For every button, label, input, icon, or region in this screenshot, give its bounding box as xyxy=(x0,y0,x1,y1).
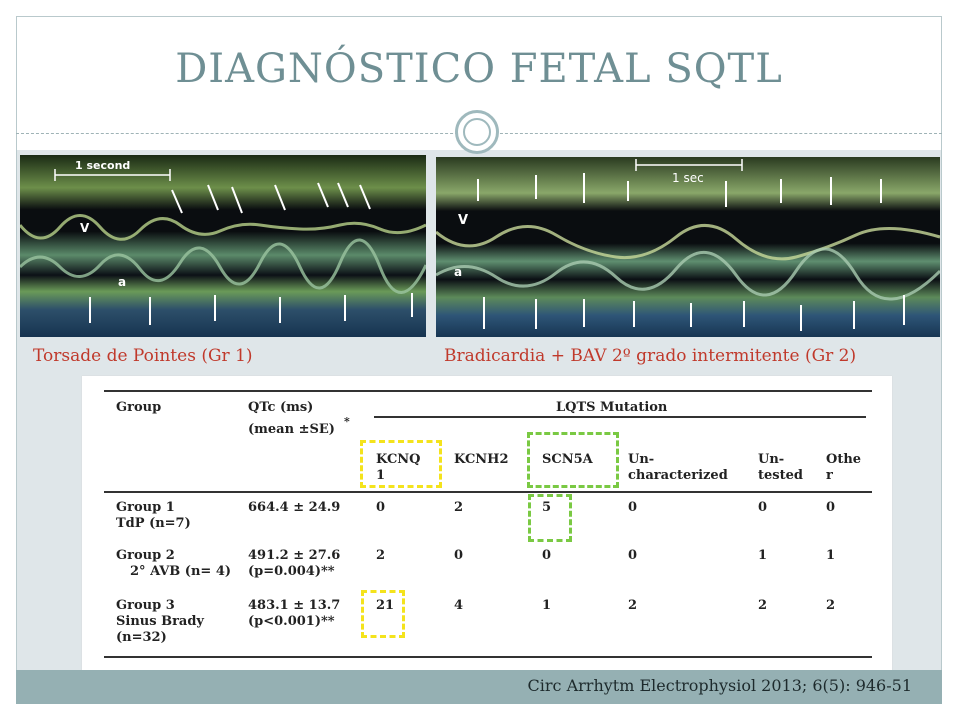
row2-kcnh2: 0 xyxy=(454,548,464,563)
row3-group: Group 3 Sinus Brady (n=32) xyxy=(116,598,204,645)
row1-kcnh2: 2 xyxy=(454,500,464,515)
kcnq1-row3-highlight xyxy=(361,590,405,638)
slide-title: DIAGNÓSTICO FETAL SQTL xyxy=(175,46,783,92)
row3-scn5a: 1 xyxy=(542,598,552,613)
left-a-label: a xyxy=(118,275,127,289)
kcnq1-header-highlight xyxy=(360,440,442,488)
row1-kcnq1: 0 xyxy=(376,500,386,515)
row3-untested: 2 xyxy=(758,598,768,613)
col-header-qtc-sub: (mean ±SE) xyxy=(248,422,335,437)
col-header-qtc: QTc (ms) xyxy=(248,400,314,415)
left-caption: Torsade de Pointes (Gr 1) xyxy=(33,346,253,366)
table-top-rule xyxy=(104,390,872,392)
col-header-untested: Un-tested xyxy=(758,452,803,483)
row3-qtc: 483.1 ± 13.7 (p<0.001)** xyxy=(248,598,341,629)
col-header-kcnh2: KCNH2 xyxy=(454,452,509,467)
right-v-label: V xyxy=(458,213,469,228)
row3-uncharacterized: 2 xyxy=(628,598,638,613)
col-header-other: Othe r xyxy=(826,452,862,483)
left-v-label: V xyxy=(80,221,90,235)
row2-uncharacterized: 0 xyxy=(628,548,638,563)
row1-uncharacterized: 0 xyxy=(628,500,638,515)
right-caption: Bradicardia + BAV 2º grado intermitente … xyxy=(444,346,857,366)
col-header-group: Group xyxy=(116,400,162,415)
left-scale-label: 1 second xyxy=(75,159,131,172)
right-mmode-image: 1 sec V a xyxy=(436,157,940,337)
row3-kcnh2: 4 xyxy=(454,598,464,613)
row2-untested: 1 xyxy=(758,548,768,563)
row2-scn5a: 0 xyxy=(542,548,552,563)
lqts-mutation-table: Group QTc (ms) (mean ±SE) * LQTS Mutatio… xyxy=(82,376,892,670)
decorative-circle-icon xyxy=(455,110,499,154)
row2-group: Group 2 2° AVB (n= 4) xyxy=(116,548,232,579)
table-header-rule xyxy=(104,491,872,493)
row2-kcnq1: 2 xyxy=(376,548,386,563)
right-scale-label: 1 sec xyxy=(672,171,704,185)
right-a-label: a xyxy=(454,265,463,279)
lqts-header-rule xyxy=(374,416,866,418)
row1-qtc: 664.4 ± 24.9 xyxy=(248,500,341,515)
lqts-mutation-header: LQTS Mutation xyxy=(556,400,668,415)
row2-qtc: 491.2 ± 27.6 (p=0.004)** xyxy=(248,548,341,579)
row1-group: Group 1 TdP (n=7) xyxy=(116,500,191,531)
row1-other: 0 xyxy=(826,500,836,515)
footer-bar: Circ Arrhytm Electrophysiol 2013; 6(5): … xyxy=(16,670,942,704)
row1-untested: 0 xyxy=(758,500,768,515)
table-bottom-rule xyxy=(104,656,872,658)
row2-other: 1 xyxy=(826,548,836,563)
citation-text: Circ Arrhytm Electrophysiol 2013; 6(5): … xyxy=(527,676,912,695)
left-mmode-image: 1 second V a xyxy=(20,155,426,337)
scn5a-header-highlight xyxy=(527,432,619,488)
col-header-qtc-star: * xyxy=(344,415,350,428)
scn5a-row1-highlight xyxy=(528,494,572,542)
col-header-uncharacterized: Un-characterized xyxy=(628,452,728,483)
row3-other: 2 xyxy=(826,598,836,613)
